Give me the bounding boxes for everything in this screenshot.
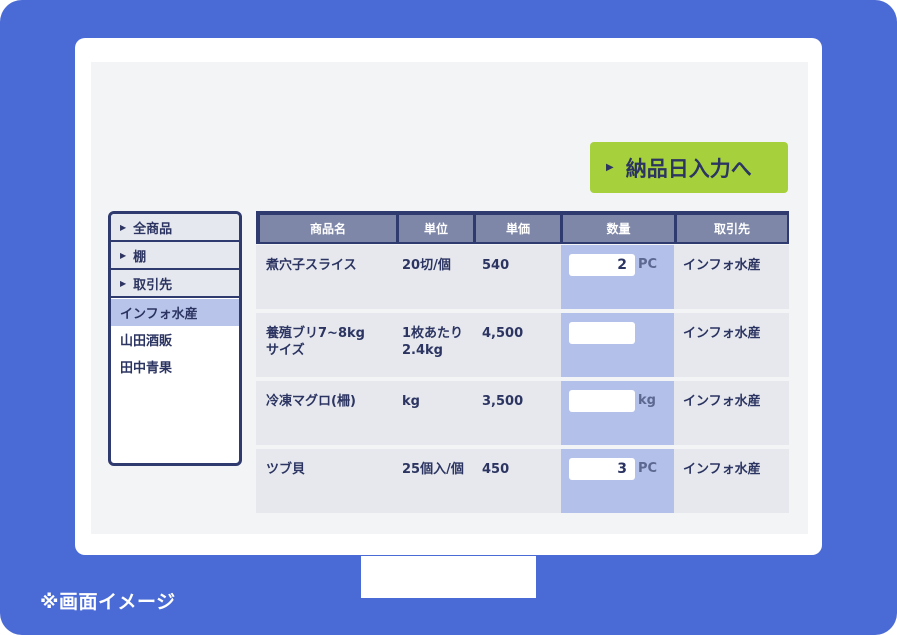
product-supplier: インフォ水産 [683, 462, 761, 477]
table-row: 冷凍マグロ(柵) kg 3,500 kg インフォ水産 [256, 381, 789, 445]
table-header: 商品名 単位 単価 数量 取引先 [256, 211, 789, 244]
product-price: 450 [482, 462, 510, 477]
product-supplier: インフォ水産 [683, 394, 761, 409]
sidebar-item-label: 山田酒販 [120, 334, 173, 349]
sidebar-item-yamada-shuhan[interactable]: 山田酒販 [111, 326, 239, 353]
product-name: 煮穴子スライス [266, 258, 357, 273]
quantity-input[interactable]: 2 [569, 254, 635, 276]
monitor-stand [361, 556, 536, 598]
table-row: 煮穴子スライス 20切/個 540 2 PC インフォ水産 [256, 245, 789, 309]
sidebar-category-shelf[interactable]: ▶ 棚 [111, 242, 239, 270]
supplier-list: インフォ水産 山田酒販 田中青果 [111, 298, 239, 380]
quantity-unit: kg [638, 393, 656, 408]
triangle-right-icon: ▶ [120, 222, 127, 232]
column-header-unit-price: 単価 [476, 215, 560, 242]
product-name: 養殖ブリ7~8kg サイズ [266, 325, 365, 359]
product-name: 冷凍マグロ(柵) [266, 394, 356, 409]
table-row: 養殖ブリ7~8kg サイズ 1枚あたり 2.4kg 4,500 インフォ水産 [256, 313, 789, 377]
product-unit: 1枚あたり 2.4kg [402, 325, 463, 359]
product-name: ツブ貝 [266, 462, 306, 477]
filter-sidebar: ▶ 全商品 ▶ 棚 ▶ 取引先 インフォ水産 山田酒販 田中青果 [108, 211, 242, 466]
quantity-unit: PC [638, 257, 658, 272]
product-unit-line: 1枚あたり [402, 326, 464, 341]
delivery-date-input-button-label: 納品日入力へ [625, 156, 752, 181]
triangle-right-icon: ▶ [606, 162, 614, 173]
screen-image-caption: ※画面イメージ [40, 591, 176, 613]
quantity-input[interactable] [569, 322, 635, 344]
sidebar-item-label: インフォ水産 [120, 307, 198, 322]
product-name-line: 養殖ブリ7~8kg [266, 326, 365, 341]
product-price: 3,500 [482, 394, 524, 409]
column-header-quantity: 数量 [563, 215, 674, 242]
sidebar-category-supplier[interactable]: ▶ 取引先 [111, 270, 239, 298]
sidebar-category-label: 棚 [133, 249, 147, 265]
product-supplier: インフォ水産 [683, 258, 761, 273]
product-price: 4,500 [482, 326, 524, 341]
quantity-input[interactable]: 3 [569, 458, 635, 480]
sidebar-category-all-products[interactable]: ▶ 全商品 [111, 214, 239, 242]
product-unit-line: 2.4kg [402, 343, 443, 358]
sidebar-category-label: 取引先 [133, 277, 173, 293]
product-supplier: インフォ水産 [683, 326, 761, 341]
sidebar-item-label: 田中青果 [120, 361, 173, 376]
sidebar-item-tanaka-seika[interactable]: 田中青果 [111, 353, 239, 380]
sidebar-category-label: 全商品 [133, 221, 173, 237]
quantity-unit: PC [638, 461, 658, 476]
table-row: ツブ貝 25個入/個 450 3 PC インフォ水産 [256, 449, 789, 513]
column-header-supplier: 取引先 [677, 215, 787, 242]
product-name-line: サイズ [266, 343, 305, 358]
quantity-input[interactable] [569, 390, 635, 412]
product-unit: 25個入/個 [402, 462, 464, 477]
column-header-product-name: 商品名 [260, 215, 396, 242]
triangle-right-icon: ▶ [120, 278, 127, 288]
product-table: 商品名 単位 単価 数量 取引先 煮穴子スライス 20切/個 540 2 PC … [256, 211, 789, 513]
sidebar-item-info-suisan[interactable]: インフォ水産 [111, 299, 239, 326]
delivery-date-input-button[interactable]: ▶ 納品日入力へ [590, 142, 788, 193]
product-unit: 20切/個 [402, 258, 451, 273]
triangle-right-icon: ▶ [120, 250, 127, 260]
column-header-unit: 単位 [399, 215, 473, 242]
product-price: 540 [482, 258, 510, 273]
product-unit: kg [402, 394, 420, 409]
